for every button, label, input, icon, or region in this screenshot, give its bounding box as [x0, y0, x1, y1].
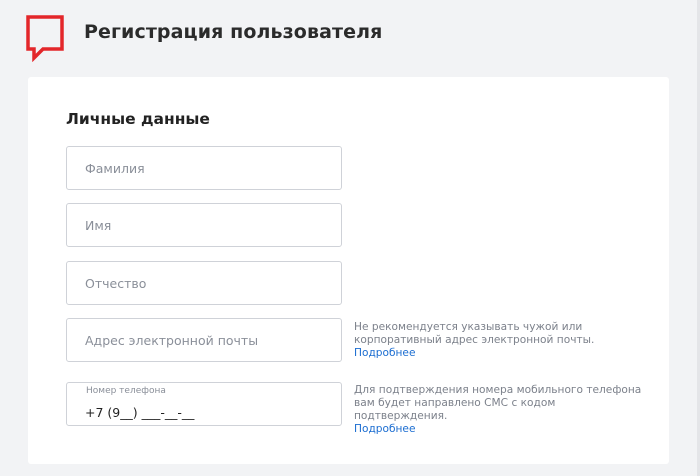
- phone-hint-text: Для подтверждения номера мобильного теле…: [354, 384, 642, 422]
- phone-more-link[interactable]: Подробнее: [354, 423, 644, 436]
- phone-field-label: Номер телефона: [86, 386, 166, 396]
- page-header: Регистрация пользователя: [0, 0, 700, 75]
- page-title: Регистрация пользователя: [84, 21, 383, 43]
- first-name-field-wrapper: [66, 203, 342, 247]
- middle-name-field[interactable]: [67, 262, 341, 304]
- email-field-wrapper: [66, 318, 342, 362]
- section-title-personal-data: Личные данные: [66, 110, 210, 128]
- email-hint: Не рекомендуется указывать чужой или кор…: [354, 321, 644, 360]
- phone-field-wrapper: Номер телефона: [66, 382, 342, 426]
- speech-bubble-logo-icon[interactable]: [25, 14, 65, 62]
- phone-hint: Для подтверждения номера мобильного теле…: [354, 384, 644, 436]
- email-more-link[interactable]: Подробнее: [354, 347, 644, 360]
- middle-name-field-wrapper: [66, 261, 342, 305]
- last-name-field-wrapper: [66, 146, 342, 190]
- first-name-field[interactable]: [67, 204, 341, 246]
- email-field[interactable]: [67, 319, 341, 361]
- registration-card: Личные данные Не рекомендуется указывать…: [28, 77, 669, 464]
- last-name-field[interactable]: [67, 147, 341, 189]
- email-hint-text: Не рекомендуется указывать чужой или кор…: [354, 321, 595, 346]
